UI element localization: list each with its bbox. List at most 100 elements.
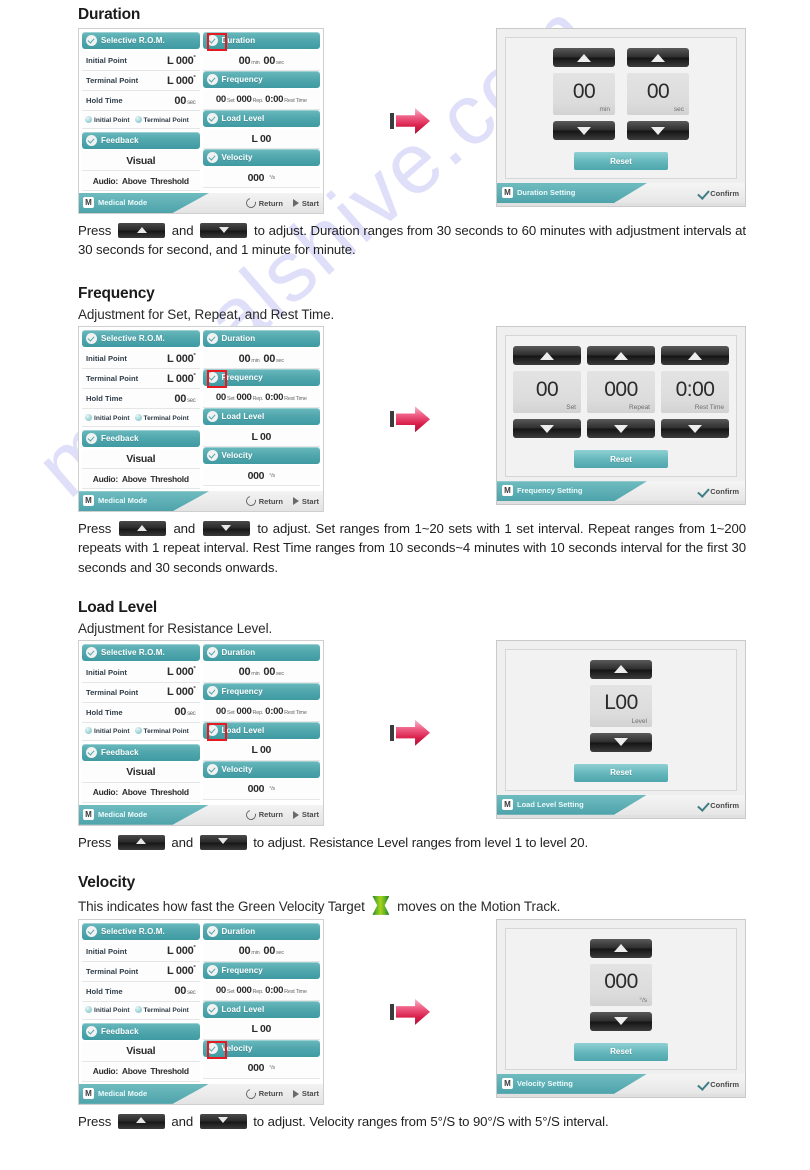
tile-feedback[interactable]: Feedback	[82, 132, 200, 149]
row-feedback-visual[interactable]: Visual	[82, 151, 200, 171]
radio-terminal-point[interactable]: Terminal Point	[134, 1006, 189, 1014]
row-feedback-audio[interactable]: Audio: Above Threshold	[82, 171, 200, 191]
radio-initial-point[interactable]: Initial Point	[85, 413, 130, 422]
tile-duration[interactable]: Duration	[202, 643, 320, 661]
row-frequency-value[interactable]: 00Set 000Rep. 0:00Rest Time	[202, 980, 320, 1001]
row-hold-time[interactable]: Hold Time 00sec	[82, 702, 200, 723]
tile-selective-rom[interactable]: Selective R.O.M.	[82, 330, 200, 348]
tile-selective-rom[interactable]: Selective R.O.M.	[82, 922, 200, 940]
row-feedback-audio[interactable]: Audio: Above Threshold	[82, 1061, 200, 1082]
row-terminal-point[interactable]: Terminal Point L 000°	[82, 369, 200, 390]
row-terminal-point[interactable]: Terminal Point L 000°	[82, 961, 200, 982]
confirm-button[interactable]: Confirm	[697, 798, 739, 812]
decrease-button[interactable]	[513, 419, 581, 439]
row-terminal-point[interactable]: Terminal Point L 000°	[82, 682, 200, 703]
increase-button[interactable]	[661, 346, 729, 366]
tile-duration[interactable]: Duration	[202, 330, 320, 348]
row-frequency-value[interactable]: 00Set 000Rep. 0:00Rest Time	[202, 90, 320, 110]
row-hold-time[interactable]: Hold Time 00sec	[82, 91, 200, 111]
radio-terminal-point[interactable]: Terminal Point	[134, 727, 189, 735]
row-frequency-value[interactable]: 00Set 000Rep. 0:00Rest Time	[202, 701, 320, 722]
increase-button[interactable]	[587, 346, 655, 366]
row-velocity-value[interactable]: 000 °/s	[202, 168, 320, 188]
tile-frequency[interactable]: Frequency	[202, 682, 320, 700]
row-initial-point[interactable]: Initial Point L 000°	[82, 51, 200, 71]
confirm-button[interactable]: Confirm	[697, 485, 739, 499]
tile-selective-rom[interactable]: Selective R.O.M.	[82, 643, 200, 661]
row-load-value[interactable]: L 00	[202, 427, 320, 448]
tile-frequency[interactable]: Frequency	[202, 71, 320, 88]
radio-group-points[interactable]: Initial Point Terminal Point	[82, 409, 200, 428]
tile-feedback[interactable]: Feedback	[82, 1022, 200, 1040]
tile-velocity[interactable]: Velocity	[202, 1039, 320, 1057]
tile-load-level[interactable]: Load Level	[202, 110, 320, 127]
row-load-value[interactable]: L 00	[202, 1019, 320, 1040]
radio-initial-point[interactable]: Initial Point	[85, 727, 130, 735]
return-button[interactable]: Return	[243, 807, 283, 822]
confirm-button[interactable]: Confirm	[697, 1077, 739, 1091]
row-load-value[interactable]: L 00	[202, 129, 320, 149]
row-feedback-visual[interactable]: Visual	[82, 449, 200, 470]
increase-button[interactable]	[590, 659, 652, 679]
tile-velocity[interactable]: Velocity	[202, 447, 320, 465]
row-feedback-visual[interactable]: Visual	[82, 762, 200, 783]
radio-initial-point[interactable]: Initial Point	[85, 115, 130, 124]
tile-feedback[interactable]: Feedback	[82, 743, 200, 761]
decrease-button[interactable]	[553, 121, 615, 140]
radio-initial-point[interactable]: Initial Point	[85, 1006, 130, 1014]
tile-frequency[interactable]: Frequency	[202, 369, 320, 387]
increase-button[interactable]	[513, 346, 581, 366]
tile-velocity[interactable]: Velocity	[202, 149, 320, 166]
radio-group-points[interactable]: Initial Point Terminal Point	[82, 722, 200, 741]
return-button[interactable]: Return	[243, 1087, 283, 1101]
reset-button[interactable]: Reset	[574, 450, 668, 469]
tile-velocity[interactable]: Velocity	[202, 760, 320, 778]
radio-terminal-point[interactable]: Terminal Point	[134, 413, 189, 422]
row-velocity-value[interactable]: 000 °/s	[202, 466, 320, 487]
reset-button[interactable]: Reset	[574, 1042, 668, 1061]
row-velocity-value[interactable]: 000 °/s	[202, 779, 320, 800]
start-button[interactable]: Start	[292, 810, 319, 819]
decrease-button[interactable]	[627, 121, 689, 140]
decrease-button[interactable]	[661, 419, 729, 439]
start-button[interactable]: Start	[292, 199, 319, 208]
row-frequency-value[interactable]: 00Set 000Rep. 0:00Rest Time	[202, 388, 320, 409]
decrease-button[interactable]	[587, 419, 655, 439]
decrease-button[interactable]	[590, 1011, 652, 1031]
increase-button[interactable]	[627, 48, 689, 67]
reset-button[interactable]: Reset	[574, 152, 668, 170]
confirm-button[interactable]: Confirm	[697, 187, 739, 200]
reset-button[interactable]: Reset	[574, 763, 668, 782]
start-button[interactable]: Start	[292, 1089, 319, 1098]
row-hold-time[interactable]: Hold Time 00sec	[82, 981, 200, 1002]
tile-frequency[interactable]: Frequency	[202, 961, 320, 979]
start-button[interactable]: Start	[292, 497, 319, 506]
radio-group-points[interactable]: Initial Point Terminal Point	[82, 111, 200, 129]
row-feedback-audio[interactable]: Audio: Above Threshold	[82, 469, 200, 490]
row-hold-time[interactable]: Hold Time 00sec	[82, 389, 200, 410]
row-initial-point[interactable]: Initial Point L 000°	[82, 662, 200, 683]
row-velocity-value[interactable]: 000 °/s	[202, 1058, 320, 1079]
tile-selective-rom[interactable]: Selective R.O.M.	[82, 32, 200, 49]
tile-load-level[interactable]: Load Level	[202, 721, 320, 739]
tile-duration[interactable]: Duration	[202, 32, 320, 49]
row-feedback-visual[interactable]: Visual	[82, 1041, 200, 1062]
row-duration-value[interactable]: 00min 00sec	[202, 349, 320, 370]
return-button[interactable]: Return	[243, 196, 283, 210]
decrease-button[interactable]	[590, 732, 652, 752]
increase-button[interactable]	[553, 48, 615, 67]
row-duration-value[interactable]: 00min 00sec	[202, 662, 320, 683]
tile-load-level[interactable]: Load Level	[202, 408, 320, 426]
row-feedback-audio[interactable]: Audio: Above Threshold	[82, 782, 200, 803]
row-duration-value[interactable]: 00min 00sec	[202, 51, 320, 71]
row-initial-point[interactable]: Initial Point L 000°	[82, 941, 200, 962]
tile-load-level[interactable]: Load Level	[202, 1000, 320, 1018]
radio-group-points[interactable]: Initial Point Terminal Point	[82, 1001, 200, 1020]
increase-button[interactable]	[590, 938, 652, 958]
tile-feedback[interactable]: Feedback	[82, 430, 200, 448]
row-duration-value[interactable]: 00min 00sec	[202, 941, 320, 962]
tile-duration[interactable]: Duration	[202, 922, 320, 940]
return-button[interactable]: Return	[243, 494, 283, 509]
row-terminal-point[interactable]: Terminal Point L 000°	[82, 71, 200, 91]
row-load-value[interactable]: L 00	[202, 740, 320, 761]
